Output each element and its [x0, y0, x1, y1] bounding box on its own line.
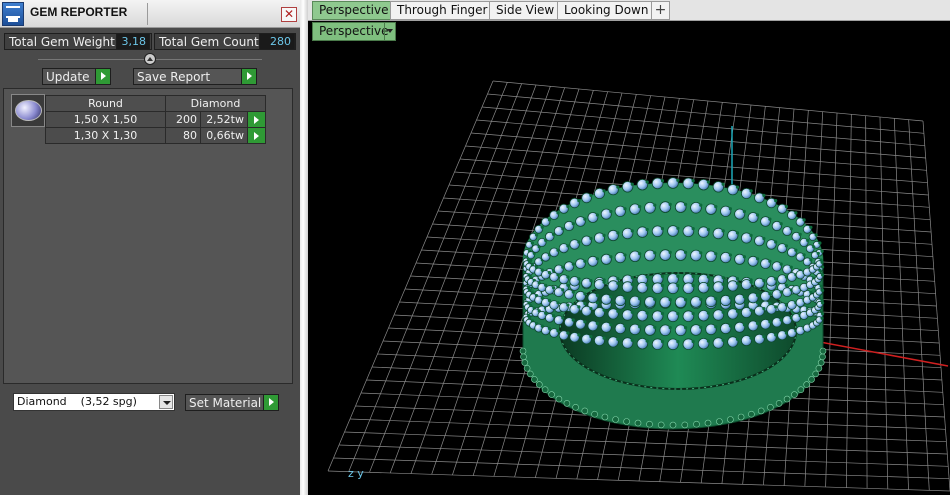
table-row: 1,30 X 1,30 80 0,66tw — [45, 127, 266, 144]
play-arrow-icon — [263, 395, 278, 410]
title-separator — [147, 3, 148, 25]
update-button[interactable]: Update — [42, 68, 111, 85]
select-gem-row-button[interactable] — [247, 127, 266, 144]
gem-reporter-panel: GEM REPORTER ✕ Total Gem Weight 3,18 Tot… — [0, 0, 300, 495]
panel-divider[interactable] — [300, 0, 308, 495]
column-header-material: Diamond — [165, 95, 266, 112]
round-gem-icon — [15, 100, 42, 121]
play-arrow-icon — [241, 69, 256, 84]
material-dropdown-value: Diamond (3,52 spg) — [17, 395, 137, 408]
play-arrow-icon — [95, 69, 110, 84]
tab-side-view[interactable]: Side View — [489, 1, 562, 20]
column-header-shape: Round — [45, 95, 166, 112]
close-icon[interactable]: ✕ — [281, 7, 297, 22]
app-window: GEM REPORTER ✕ Total Gem Weight 3,18 Tot… — [0, 0, 950, 495]
ring-model[interactable] — [519, 177, 827, 430]
view-mode-dropdown[interactable]: Perspective — [312, 22, 396, 41]
panel-titlebar[interactable]: GEM REPORTER ✕ — [0, 0, 300, 28]
add-tab-icon[interactable]: + — [651, 1, 670, 20]
set-material-button-label: Set Material — [189, 396, 262, 410]
material-dropdown[interactable]: Diamond (3,52 spg) — [13, 393, 175, 411]
save-report-button-label: Save Report — [137, 70, 211, 84]
gem-weight-cell: 0,66tw — [200, 127, 248, 144]
gem-report-area: Round Diamond 1,50 X 1,50 200 2,52tw 1,3… — [3, 88, 293, 384]
chevron-down-icon[interactable] — [159, 395, 173, 409]
gem-count-cell: 200 — [165, 111, 201, 128]
gem-size-cell: 1,50 X 1,50 — [45, 111, 166, 128]
chevron-down-icon[interactable] — [384, 23, 395, 40]
panel-splitter-handle[interactable] — [144, 53, 156, 65]
gem-thumbnail[interactable] — [11, 94, 45, 127]
viewport-tab-bar: Perspective Through Finger Side View Loo… — [308, 0, 950, 21]
save-report-button[interactable]: Save Report — [133, 68, 257, 85]
gem-reporter-app-icon — [2, 2, 24, 26]
total-gem-weight-value: 3,18 — [116, 33, 150, 50]
ring-scene — [327, 80, 950, 492]
gem-weight-cell: 2,52tw — [200, 111, 248, 128]
tab-looking-down[interactable]: Looking Down — [557, 1, 656, 20]
tab-through-finger[interactable]: Through Finger — [390, 1, 495, 20]
gem-report-table: Round Diamond 1,50 X 1,50 200 2,52tw 1,3… — [45, 95, 266, 144]
gem-size-cell: 1,30 X 1,30 — [45, 127, 166, 144]
set-material-button[interactable]: Set Material — [185, 394, 279, 411]
3d-viewport[interactable]: Perspective z y — [308, 21, 950, 495]
view-mode-value: Perspective — [319, 24, 389, 38]
gem-count-cell: 80 — [165, 127, 201, 144]
select-gem-row-button[interactable] — [247, 111, 266, 128]
axis-indicator: z y — [348, 467, 364, 480]
update-button-label: Update — [46, 70, 90, 84]
table-header-row: Round Diamond — [45, 95, 266, 112]
tab-perspective[interactable]: Perspective — [312, 1, 396, 20]
table-row: 1,50 X 1,50 200 2,52tw — [45, 111, 266, 128]
panel-title: GEM REPORTER — [30, 5, 128, 19]
total-gem-count-value: 280 — [259, 33, 295, 50]
